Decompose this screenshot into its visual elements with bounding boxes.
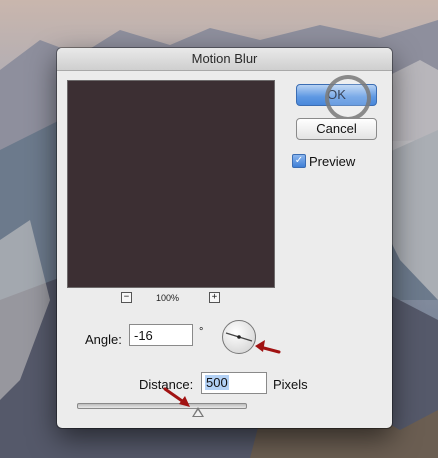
motion-blur-dialog: Motion Blur − 100% + OK Cancel ✓ Preview… xyxy=(57,48,392,428)
annotation-arrow-icon xyxy=(163,387,190,407)
annotation-arrow-icon xyxy=(255,340,281,354)
annotation-layer xyxy=(163,340,281,407)
